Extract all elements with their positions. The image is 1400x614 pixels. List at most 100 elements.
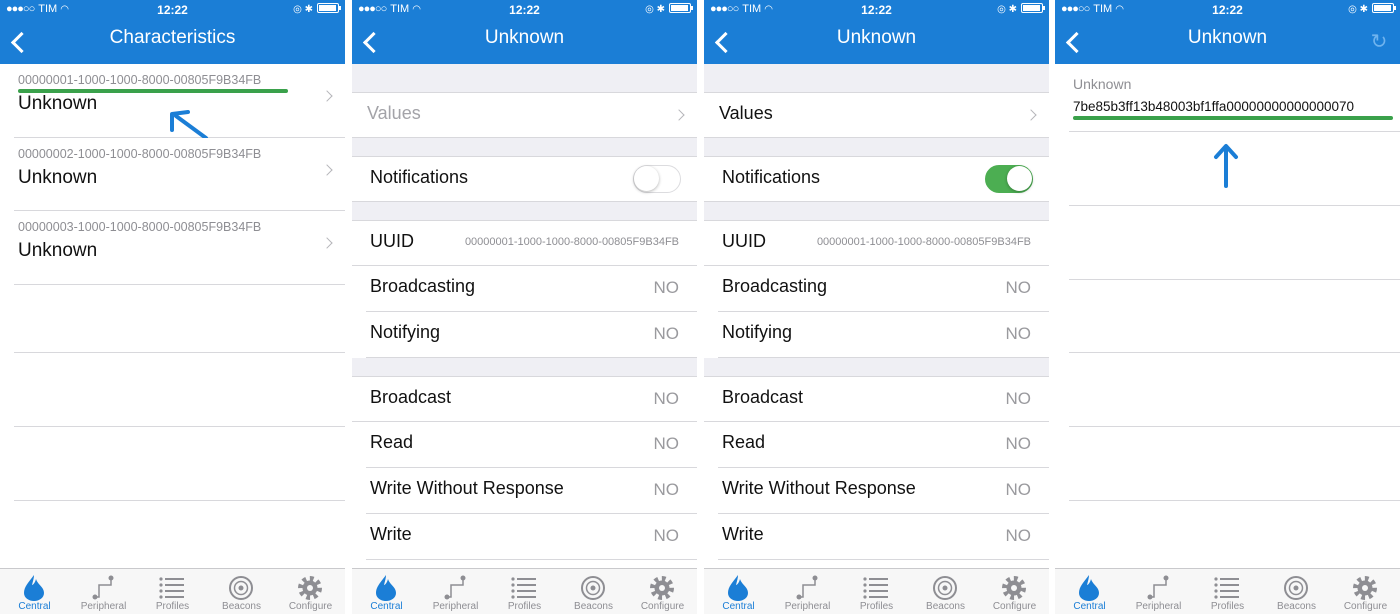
gear-icon [1002,576,1026,600]
refresh-icon[interactable]: ↻ [1368,31,1390,53]
divider [1069,500,1400,501]
uuid-label: UUID [722,231,766,251]
tab-configure[interactable]: Configure [1331,569,1400,614]
detail-table: Values Notifications UUID 00000001-1000-… [352,64,697,568]
page-title: Unknown [484,27,565,48]
broadcasting-row: Broadcasting NO [718,266,1049,312]
tab-central[interactable]: Central [0,569,69,614]
tab-profiles[interactable]: Profiles [842,569,911,614]
screenshots-strip: ●●●○○ TIM ◠ 12:22 ◎ ✱ Characteristics 0000… [0,0,1400,614]
uuid-value: 00000001-1000-1000-8000-00805F9B34FB [464,236,679,248]
list-item[interactable]: 00000003-1000-1000-8000-00805F9B34FB Unk… [14,211,345,285]
notifying-value: NO [653,324,680,343]
arrow-up-icon [1214,144,1238,188]
lock-rotation-icon: ◎ [645,4,654,15]
tab-label: Configure [1343,601,1388,612]
notifications-label: Notifications [370,167,469,187]
write-value: NO [653,526,680,545]
tab-bar: Central Peripheral Profiles Beacons Conf… [0,568,345,614]
tab-profiles[interactable]: Profiles [138,569,207,614]
tab-peripheral[interactable]: Peripheral [773,569,842,614]
tab-label: Central [370,601,403,612]
tab-peripheral[interactable]: Peripheral [69,569,138,614]
notifications-toggle[interactable] [633,165,681,193]
back-button[interactable] [710,24,740,58]
toggle-knob [1007,166,1032,191]
beacon-icon [1284,576,1308,600]
tab-label: Beacons [574,601,613,612]
tab-label: Peripheral [432,601,479,612]
broadcast-row: Broadcast NO [704,376,1049,422]
status-bar: ●●●○○ TIM ◠ 12:22 ◎ ✱ [1055,0,1400,20]
peripheral-icon [1147,575,1169,600]
tab-bar: Central Peripheral Profiles Beacons Conf… [704,568,1049,614]
peripheral-icon [796,575,818,600]
uuid-label: UUID [370,231,414,251]
broadcasting-value: NO [1005,278,1032,297]
values-label: Values [367,103,421,123]
uuid-row: UUID 00000001-1000-1000-8000-00805F9B34F… [352,220,697,266]
values-row[interactable]: Values [352,92,697,138]
tab-configure[interactable]: Configure [276,569,345,614]
peripheral-icon [92,575,114,600]
list-item[interactable]: 00000002-1000-1000-8000-00805F9B34FB Unk… [14,138,345,211]
flame-icon [376,575,396,601]
notifications-row: Notifications [352,156,697,202]
uuid-row: UUID 00000001-1000-1000-8000-00805F9B34F… [704,220,1049,266]
lock-rotation-icon: ◎ [1348,4,1357,15]
tab-central[interactable]: Central [352,569,421,614]
tab-configure[interactable]: Configure [628,569,697,614]
value-text: 7be85b3ff13b48003bf1ffa00000000000000070 [1073,99,1355,114]
tab-beacons[interactable]: Beacons [1262,569,1331,614]
tab-label: Beacons [1277,601,1316,612]
notifying-label: Notifying [722,322,793,342]
broadcasting-label: Broadcasting [722,276,828,296]
write-without-response-label: Write Without Response [722,478,916,498]
phone-characteristic-detail-off: ●●●○○ TIM ◠ 12:22 ◎ ✱ Unknown Values Notif… [352,0,697,614]
tab-central[interactable]: Central [1055,569,1124,614]
tab-label: Configure [640,601,685,612]
tab-central[interactable]: Central [704,569,773,614]
broadcast-label: Broadcast [370,387,452,407]
broadcast-value: NO [653,389,680,408]
tab-profiles[interactable]: Profiles [1193,569,1262,614]
write-label: Write [722,524,764,544]
back-button[interactable] [6,24,36,58]
read-row: Read NO [366,422,697,468]
tab-label: Profiles [507,601,542,612]
read-value: NO [1005,434,1032,453]
tab-configure[interactable]: Configure [980,569,1049,614]
characteristic-name: Unknown [18,93,98,114]
tab-beacons[interactable]: Beacons [559,569,628,614]
value-label: Unknown [1073,76,1132,92]
page-title: Characteristics [109,27,236,48]
tab-label: Peripheral [784,601,831,612]
bluetooth-icon: ✱ [1359,4,1368,15]
status-bar: ●●●○○ TIM ◠ 12:22 ◎ ✱ [704,0,1049,20]
characteristic-name: Unknown [18,240,98,261]
tab-beacons[interactable]: Beacons [911,569,980,614]
characteristic-uuid: 00000003-1000-1000-8000-00805F9B34FB [18,220,262,234]
page-title: Unknown [836,27,917,48]
tab-label: Profiles [155,601,190,612]
bluetooth-icon: ✱ [304,4,313,15]
write-row: Write NO [718,514,1049,560]
divider [14,426,345,427]
notifications-toggle[interactable] [985,165,1033,193]
tab-peripheral[interactable]: Peripheral [421,569,490,614]
battery-icon [1372,3,1396,13]
tab-peripheral[interactable]: Peripheral [1124,569,1193,614]
tab-label: Configure [288,601,333,612]
values-row[interactable]: Values [704,92,1049,138]
tab-label: Beacons [222,601,261,612]
value-list: Unknown 7be85b3ff13b48003bf1ffa000000000… [1055,64,1400,568]
tab-profiles[interactable]: Profiles [490,569,559,614]
phone-value-detail: ●●●○○ TIM ◠ 12:22 ◎ ✱ Unknown ↻ Unknown 7b… [1055,0,1400,614]
broadcasting-label: Broadcasting [370,276,476,296]
tab-bar: Central Peripheral Profiles Beacons Conf… [352,568,697,614]
tab-beacons[interactable]: Beacons [207,569,276,614]
list-icon [511,577,536,599]
back-button[interactable] [1061,24,1091,58]
back-button[interactable] [358,24,388,58]
chevron-right-icon [1025,109,1037,121]
